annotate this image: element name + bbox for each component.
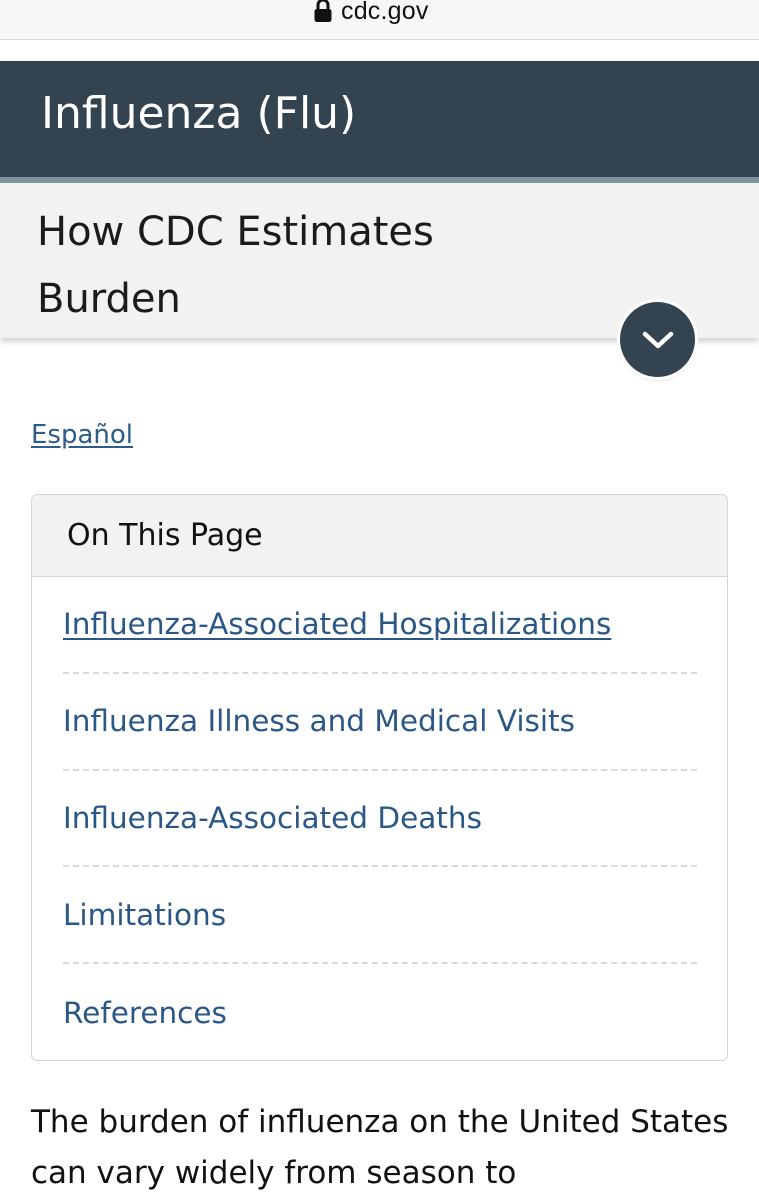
toc-link-illness-medical-visits[interactable]: Influenza Illness and Medical Visits (63, 704, 575, 738)
intro-paragraph: The burden of influenza on the United St… (31, 1104, 729, 1191)
toc-link-limitations[interactable]: Limitations (63, 898, 226, 932)
list-item: Limitations (63, 867, 697, 965)
url-display[interactable]: cdc.gov (313, 0, 429, 28)
toc-link-references[interactable]: References (63, 996, 227, 1030)
list-item: Influenza Illness and Medical Visits (63, 674, 697, 771)
language-link-espanol[interactable]: Español (31, 420, 133, 450)
toc-link-deaths[interactable]: Influenza-Associated Deaths (63, 801, 482, 835)
toc-link-hospitalizations[interactable]: Influenza-Associated Hospitalizations (63, 607, 611, 641)
site-title[interactable]: Influenza (Flu) (41, 88, 356, 141)
on-this-page-header: On This Page (32, 495, 727, 577)
list-item: Influenza-Associated Hospitalizations (63, 577, 697, 674)
expand-menu-button[interactable] (620, 302, 695, 377)
on-this-page-title: On This Page (67, 518, 263, 553)
list-item: References (63, 964, 697, 1060)
chevron-down-icon (642, 331, 673, 348)
url-text: cdc.gov (341, 0, 429, 25)
page-title: How CDC Estimates Burden (37, 209, 434, 322)
list-item: Influenza-Associated Deaths (63, 771, 697, 868)
lock-icon (313, 0, 333, 24)
on-this-page-box: On This Page Influenza-Associated Hospit… (31, 494, 728, 1061)
on-this-page-list: Influenza-Associated Hospitalizations In… (32, 577, 727, 1060)
browser-address-bar[interactable]: cdc.gov (0, 0, 759, 40)
